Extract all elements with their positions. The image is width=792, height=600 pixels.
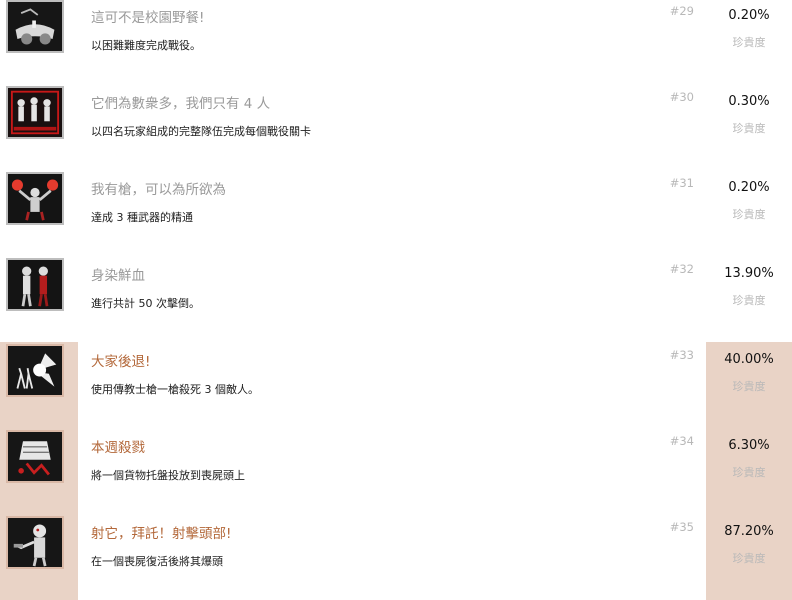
picnic-achievement-icon	[6, 0, 64, 53]
achievement-description: 在一個喪屍復活後將其爆頭	[91, 555, 223, 568]
achievement-row[interactable]: 這可不是校園野餐! 以困難難度完成戰役。 #29 0.20% 珍貴度	[0, 0, 792, 84]
achievement-row[interactable]: 大家後退! 使用傳教士槍一槍殺死 3 個敵人。 #33 40.00% 珍貴度	[0, 342, 792, 428]
achievement-description: 以困難難度完成戰役。	[91, 39, 201, 52]
rarity-label: 珍貴度	[732, 380, 766, 393]
stand-back-achievement-icon	[6, 344, 64, 397]
achievement-list: 這可不是校園野餐! 以困難難度完成戰役。 #29 0.20% 珍貴度 它們為數衆…	[0, 0, 792, 600]
achievement-percent: 6.30%	[728, 438, 770, 453]
achievement-description: 將一個貨物托盤投放到喪屍頭上	[91, 469, 245, 482]
achievement-number: #32	[669, 262, 694, 276]
achievement-number: #30	[669, 90, 694, 104]
outnumbered-achievement-icon	[6, 86, 64, 139]
achievement-title: 這可不是校園野餐!	[91, 10, 205, 26]
achievement-row[interactable]: 我有槍，可以為所欲為 達成 3 種武器的精通 #31 0.20% 珍貴度	[0, 170, 792, 256]
achievement-number: #33	[669, 348, 694, 362]
rarity-label: 珍貴度	[732, 36, 766, 49]
achievement-number: #31	[669, 176, 694, 190]
rarity-label: 珍貴度	[732, 122, 766, 135]
achievement-title: 我有槍，可以為所欲為	[91, 182, 226, 198]
achievement-percent: 40.00%	[724, 352, 774, 367]
achievement-percent: 13.90%	[724, 266, 774, 281]
achievement-number: #35	[669, 520, 694, 534]
achievement-description: 達成 3 種武器的精通	[91, 211, 193, 224]
bloodied-achievement-icon	[6, 258, 64, 311]
achievement-row[interactable]: 它們為數衆多，我們只有 4 人 以四名玩家組成的完整隊伍完成每個戰役關卡 #30…	[0, 84, 792, 170]
rarity-label: 珍貴度	[732, 294, 766, 307]
pallet-crush-achievement-icon	[6, 430, 64, 483]
achievement-description: 使用傳教士槍一槍殺死 3 個敵人。	[91, 383, 259, 396]
achievement-title: 身染鮮血	[91, 268, 145, 284]
achievement-percent: 87.20%	[724, 524, 774, 539]
achievement-description: 進行共計 50 次擊倒。	[91, 297, 200, 310]
rarity-label: 珍貴度	[732, 466, 766, 479]
achievement-number: #34	[669, 434, 694, 448]
achievement-row[interactable]: 射它，拜託！射擊頭部! 在一個喪屍復活後將其爆頭 #35 87.20% 珍貴度	[0, 514, 792, 600]
rarity-label: 珍貴度	[732, 208, 766, 221]
guns-achievement-icon	[6, 172, 64, 225]
headshot-achievement-icon	[6, 516, 64, 569]
achievement-title: 它們為數衆多，我們只有 4 人	[91, 96, 271, 112]
achievement-title: 大家後退!	[91, 354, 151, 370]
achievement-percent: 0.30%	[728, 94, 770, 109]
achievement-row[interactable]: 身染鮮血 進行共計 50 次擊倒。 #32 13.90% 珍貴度	[0, 256, 792, 342]
achievement-percent: 0.20%	[728, 8, 770, 23]
achievement-percent: 0.20%	[728, 180, 770, 195]
achievement-number: #29	[669, 4, 694, 18]
achievement-title: 本週殺戮	[91, 440, 145, 456]
rarity-label: 珍貴度	[732, 552, 766, 565]
achievement-row[interactable]: 本週殺戮 將一個貨物托盤投放到喪屍頭上 #34 6.30% 珍貴度	[0, 428, 792, 514]
achievement-title: 射它，拜託！射擊頭部!	[91, 526, 232, 542]
achievement-description: 以四名玩家組成的完整隊伍完成每個戰役關卡	[91, 125, 311, 138]
